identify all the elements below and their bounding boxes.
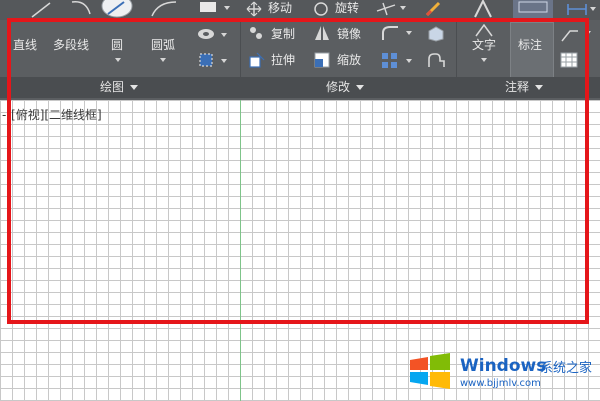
arc-tool-icon[interactable]	[150, 0, 178, 18]
circle-tool-icon[interactable]	[100, 0, 134, 18]
watermark: Windows 系统之家 www.bjjmlv.com	[400, 340, 600, 401]
line-tool-icon[interactable]	[30, 2, 52, 18]
highlight-frame	[7, 18, 589, 324]
dim-style-icon[interactable]	[513, 0, 553, 20]
watermark-url: www.bjjmlv.com	[460, 378, 541, 389]
dimension-top-icon[interactable]	[566, 1, 588, 17]
rotate-label[interactable]: 旋转	[335, 1, 359, 15]
watermark-brand: Windows	[460, 356, 547, 376]
hatch-tool-icon[interactable]	[198, 0, 220, 14]
dimension-top-caret[interactable]	[590, 7, 596, 11]
hatch-dropdown-caret[interactable]	[224, 6, 230, 10]
rotate-icon[interactable]	[313, 1, 329, 17]
trim-icon[interactable]	[375, 1, 397, 17]
text-style-icon[interactable]	[473, 0, 493, 18]
watermark-brand-cn: 系统之家	[540, 361, 593, 376]
windows-logo-icon	[410, 353, 450, 389]
move-icon[interactable]	[246, 1, 262, 17]
erase-icon[interactable]	[424, 1, 444, 17]
move-label[interactable]: 移动	[268, 1, 292, 15]
trim-dropdown-caret[interactable]	[400, 6, 406, 10]
polyline-tool-icon[interactable]	[70, 0, 94, 18]
